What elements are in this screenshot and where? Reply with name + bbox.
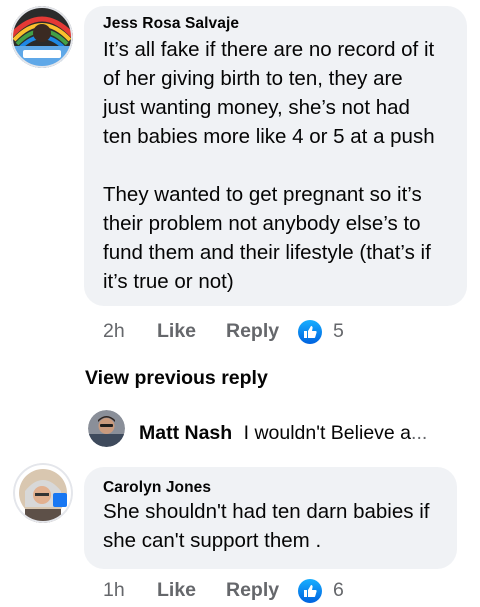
reaction-count-carolyn[interactable]: 6 — [333, 579, 344, 602]
comment-time-carolyn[interactable]: 1h — [103, 579, 125, 602]
reply-author-matt[interactable]: Matt Nash — [139, 422, 232, 444]
comment-time-jess[interactable]: 2h — [103, 320, 125, 343]
reply-button-carolyn[interactable]: Reply — [226, 579, 279, 602]
avatar-matt[interactable] — [88, 410, 125, 447]
like-reaction-icon[interactable] — [298, 320, 322, 344]
reaction-count-jess[interactable]: 5 — [333, 320, 344, 343]
comment-author-carolyn[interactable]: Carolyn Jones — [103, 479, 211, 497]
comment-text-carolyn: She shouldn't had ten darn babies if she… — [103, 500, 430, 552]
avatar-jess[interactable] — [11, 6, 73, 68]
reply-snippet: I wouldn't Believe a — [243, 422, 412, 444]
like-reaction-icon[interactable] — [298, 579, 322, 603]
comment-text-jess: It’s all fake if there are no record of … — [103, 38, 435, 293]
reply-button-jess[interactable]: Reply — [226, 320, 279, 343]
view-previous-reply-link[interactable]: View previous reply — [85, 367, 268, 390]
reply-ellipsis: ... — [411, 422, 428, 444]
like-button-carolyn[interactable]: Like — [157, 579, 196, 602]
reply-preview[interactable]: Matt Nash I wouldn't Believe a... — [139, 422, 427, 445]
comment-author-jess[interactable]: Jess Rosa Salvaje — [103, 15, 239, 33]
avatar-carolyn[interactable] — [13, 463, 73, 523]
like-button-jess[interactable]: Like — [157, 320, 196, 343]
